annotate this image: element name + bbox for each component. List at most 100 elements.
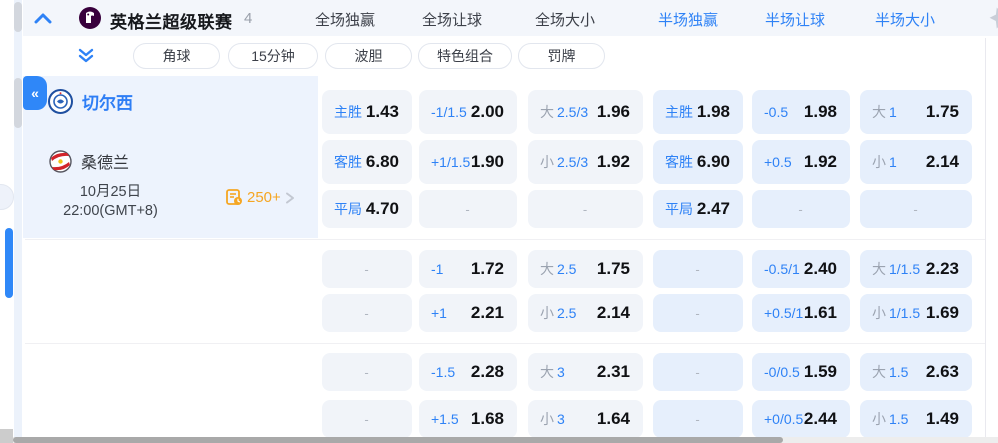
odds-cell: - <box>322 400 412 438</box>
market-tab-6[interactable]: 半场大小 <box>875 9 935 30</box>
quick-filter-1[interactable]: 角球 <box>133 43 220 69</box>
odds-label: 1.5 <box>889 411 909 427</box>
odds-value: 2.28 <box>470 362 504 381</box>
odds-label: 客胜 <box>665 154 693 170</box>
odds-cell[interactable]: 小 1.5 1.49 <box>860 400 972 438</box>
odds-value: 2.00 <box>470 102 504 121</box>
horizontal-scrollbar-thumb[interactable] <box>13 437 783 443</box>
market-tab-3[interactable]: 全场大小 <box>535 9 595 30</box>
odds-cell[interactable]: 大 1/1.5 2.23 <box>860 250 972 288</box>
odds-value: 4.70 <box>365 199 399 218</box>
market-tab-5[interactable]: 半场让球 <box>765 9 825 30</box>
home-team-name: 切尔西 <box>82 94 133 113</box>
odds-cell[interactable]: 客胜 6.80 <box>322 140 412 184</box>
odds-value: 2.47 <box>696 199 730 218</box>
odds-cell[interactable]: -1.5 2.28 <box>419 353 517 391</box>
more-markets-link[interactable]: 250+ <box>226 189 295 206</box>
odds-value: 2.63 <box>925 362 959 381</box>
market-tab-4[interactable]: 半场独赢 <box>658 9 718 30</box>
collapse-sidebar-tab[interactable]: « <box>23 76 47 110</box>
odds-cell[interactable]: 主胜 1.43 <box>322 90 412 134</box>
quick-filter-3[interactable]: 波胆 <box>325 43 412 69</box>
odds-label: +1 <box>431 305 447 321</box>
quick-filter-2[interactable]: 15分钟 <box>228 43 318 69</box>
odds-label: +1/1.5 <box>431 154 471 170</box>
away-team-name: 桑德兰 <box>81 155 130 172</box>
odds-empty: - <box>695 261 700 277</box>
odds-label: -1/1.5 <box>431 104 467 120</box>
odds-label: -1.5 <box>431 364 456 380</box>
odds-value: 1.61 <box>803 303 837 322</box>
vertical-scrollbar-track[interactable] <box>14 0 22 443</box>
odds-empty: - <box>364 305 369 321</box>
odds-label: -0/0.5 <box>764 364 800 380</box>
odds-cell[interactable]: 大 1 1.75 <box>860 90 972 134</box>
odds-cell[interactable]: 大 2.5 1.75 <box>528 250 643 288</box>
odds-cell[interactable]: +0.5 1.92 <box>752 140 850 184</box>
home-team-row[interactable]: 切尔西 <box>48 89 133 114</box>
odds-cell[interactable]: 大 2.5/3 1.96 <box>528 90 643 134</box>
odds-cell[interactable]: -1 1.72 <box>419 250 517 288</box>
odds-label: 1/1.5 <box>889 261 921 277</box>
odds-cell: - <box>322 353 412 391</box>
odds-cell[interactable]: 小 2.5 2.14 <box>528 294 643 332</box>
odds-cell[interactable]: 客胜 6.90 <box>653 140 743 184</box>
odds-cell[interactable]: 小 1 2.14 <box>860 140 972 184</box>
odds-cell[interactable]: 小 3 1.64 <box>528 400 643 438</box>
odds-cell[interactable]: 主胜 1.98 <box>653 90 743 134</box>
odds-cell: - <box>752 190 850 228</box>
favorite-star-icon[interactable] <box>986 7 998 29</box>
group-separator <box>25 239 985 240</box>
main-content: 英格兰超级联赛 4 全场独赢 全场让球 全场大小 半场独赢 半场让球 半场大小 角球 15分… <box>23 0 998 443</box>
odds-line-prefix: 小 <box>540 305 554 321</box>
double-chevron-down-icon <box>78 48 94 63</box>
match-date: 10月25日 <box>79 184 142 200</box>
odds-cell: - <box>653 353 743 391</box>
market-tab-1[interactable]: 全场独赢 <box>315 9 375 30</box>
odds-line-prefix: 小 <box>540 411 554 427</box>
scroll-position-indicator <box>5 228 13 298</box>
odds-cell[interactable]: -0/0.5 1.59 <box>752 353 850 391</box>
odds-cell[interactable]: 平局 4.70 <box>322 190 412 228</box>
odds-cell[interactable]: +1/1.5 1.90 <box>419 140 517 184</box>
odds-cell[interactable]: 大 1.5 2.63 <box>860 353 972 391</box>
odds-label: 1.5 <box>889 364 909 380</box>
odds-line-prefix: 大 <box>540 364 554 380</box>
market-tab-2[interactable]: 全场让球 <box>422 9 482 30</box>
quick-filter-5[interactable]: 罚牌 <box>518 43 605 69</box>
odds-cell[interactable]: +1.5 1.68 <box>419 400 517 438</box>
vertical-scrollbar-thumb[interactable] <box>14 78 22 128</box>
odds-empty: - <box>695 411 700 427</box>
vertical-scrollbar-thumb-top[interactable] <box>14 2 22 32</box>
odds-cell[interactable]: -1/1.5 2.00 <box>419 90 517 134</box>
odds-value: 6.90 <box>696 152 730 171</box>
away-team-row[interactable]: 桑德兰 <box>49 149 129 173</box>
odds-cell[interactable]: 大 3 2.31 <box>528 353 643 391</box>
odds-cell[interactable]: -0.5/1 2.40 <box>752 250 850 288</box>
edge-floating-button[interactable] <box>0 184 14 210</box>
odds-cell: - <box>653 400 743 438</box>
odds-cell[interactable]: 小 2.5/3 1.92 <box>528 140 643 184</box>
odds-cell[interactable]: 平局 2.47 <box>653 190 743 228</box>
odds-label: 3 <box>557 411 565 427</box>
collapse-league-button[interactable] <box>31 8 55 28</box>
odds-label: 平局 <box>665 201 693 217</box>
odds-cell[interactable]: +1 2.21 <box>419 294 517 332</box>
odds-value: 1.98 <box>803 102 837 121</box>
quick-filter-4[interactable]: 特色组合 <box>418 43 512 69</box>
odds-cell[interactable]: +0/0.5 2.44 <box>752 400 850 438</box>
odds-cell[interactable]: -0.5 1.98 <box>752 90 850 134</box>
chevron-up-icon <box>34 13 52 23</box>
markets-count: 250+ <box>247 189 281 206</box>
markets-list-icon <box>226 189 242 205</box>
odds-cell: - <box>528 190 643 228</box>
odds-empty: - <box>364 261 369 277</box>
expand-all-button[interactable] <box>75 46 97 66</box>
odds-value: 1.69 <box>925 303 959 322</box>
odds-cell[interactable]: +0.5/1 1.61 <box>752 294 850 332</box>
odds-value: 2.14 <box>596 303 630 322</box>
odds-cell[interactable]: 小 1/1.5 1.69 <box>860 294 972 332</box>
odds-value: 2.14 <box>925 152 959 171</box>
odds-value: 1.68 <box>470 409 504 428</box>
odds-empty: - <box>798 201 803 217</box>
